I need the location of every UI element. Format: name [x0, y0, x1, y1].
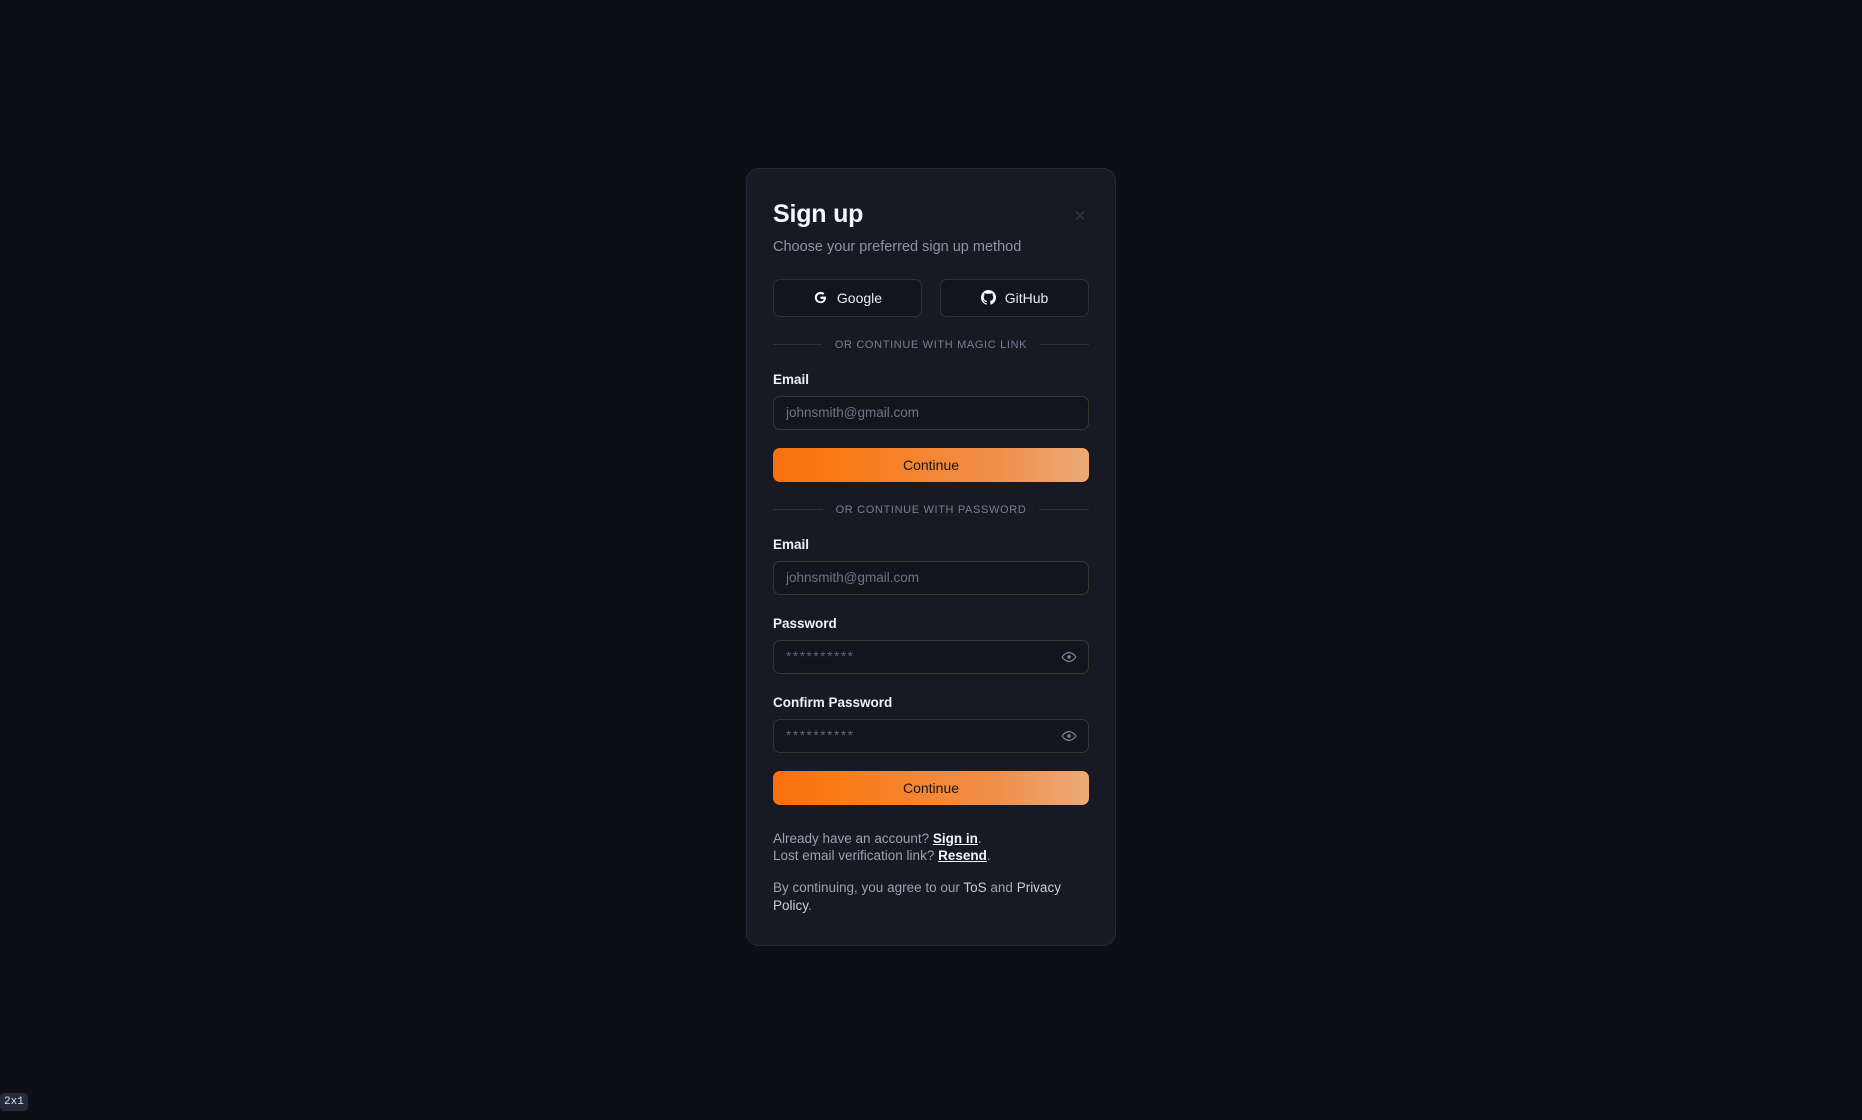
- signup-modal: Sign up Choose your preferred sign up me…: [746, 168, 1116, 946]
- sign-in-link[interactable]: Sign in: [933, 831, 978, 846]
- github-icon: [980, 290, 996, 305]
- magic-email-label: Email: [773, 371, 810, 387]
- google-signup-button[interactable]: Google: [773, 278, 922, 317]
- modal-subtitle: Choose your preferred sign up method: [773, 238, 1022, 255]
- password-email-input[interactable]: [773, 560, 1089, 595]
- magic-email-wrap: [773, 395, 1089, 430]
- magic-link-continue-button[interactable]: Continue: [773, 447, 1089, 482]
- divider-password-label: OR CONTINUE WITH PASSWORD: [835, 503, 1027, 516]
- divider-password: OR CONTINUE WITH PASSWORD: [773, 503, 1090, 516]
- signin-prefix: Already have an account?: [773, 830, 933, 846]
- divider-line-right: [1040, 344, 1089, 345]
- legal-mid: and: [986, 880, 1017, 896]
- google-signup-label: Google: [836, 289, 883, 306]
- legal-line: By continuing, you agree to our ToS and …: [773, 879, 1089, 915]
- password-email-label: Email: [773, 536, 810, 552]
- signin-line: Already have an account? Sign in.: [773, 830, 1089, 848]
- resend-line: Lost email verification link? Resend.: [773, 847, 1089, 865]
- divider-magic-link: OR CONTINUE WITH MAGIC LINK: [773, 339, 1089, 351]
- divider-line-left-2: [773, 509, 823, 510]
- resend-prefix: Lost email verification link?: [773, 848, 939, 864]
- password-continue-button[interactable]: Continue: [773, 770, 1089, 805]
- legal-prefix: By continuing, you agree to our: [773, 880, 964, 896]
- password-input[interactable]: [773, 639, 1089, 674]
- resend-link[interactable]: Resend: [938, 848, 987, 863]
- google-icon: [813, 290, 828, 305]
- password-email-wrap: [773, 560, 1089, 595]
- app-root: Sign up Choose your preferred sign up me…: [0, 0, 1862, 1120]
- github-signup-button[interactable]: GitHub: [940, 278, 1089, 317]
- github-signup-label: GitHub: [1004, 289, 1049, 306]
- confirm-password-input[interactable]: [773, 718, 1089, 753]
- password-wrap: [773, 639, 1089, 674]
- close-icon[interactable]: ×: [1067, 203, 1093, 229]
- modal-header: Sign up Choose your preferred sign up me…: [773, 200, 1089, 255]
- modal-footer: Already have an account? Sign in. Lost e…: [773, 830, 1089, 915]
- legal-suffix: .: [808, 897, 812, 913]
- eye-icon[interactable]: [1058, 646, 1080, 668]
- confirm-password-label: Confirm Password: [773, 694, 893, 710]
- oauth-provider-row: Google GitHub: [773, 278, 1089, 317]
- divider-line-left: [773, 344, 822, 345]
- status-badge: 2x1: [0, 1093, 28, 1111]
- resend-suffix: .: [986, 848, 991, 864]
- password-label: Password: [773, 615, 837, 631]
- tos-link[interactable]: ToS: [963, 880, 986, 895]
- signin-suffix: .: [977, 830, 982, 846]
- page-title: Sign up: [773, 200, 864, 228]
- divider-line-right-2: [1039, 509, 1090, 510]
- confirm-eye-icon[interactable]: [1058, 725, 1080, 747]
- magic-email-input[interactable]: [773, 395, 1089, 430]
- divider-magic-link-label: OR CONTINUE WITH MAGIC LINK: [834, 338, 1028, 351]
- confirm-password-wrap: [773, 718, 1089, 753]
